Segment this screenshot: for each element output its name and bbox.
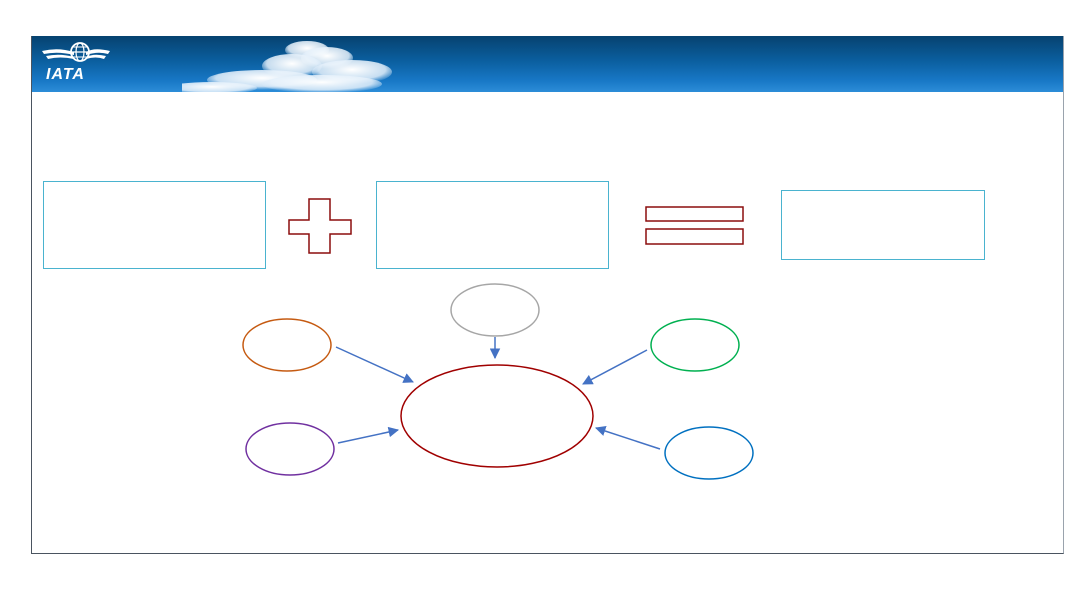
input-box-left: [43, 181, 266, 269]
slide-frame: IATA: [31, 36, 1064, 554]
logo-text: IATA: [46, 66, 85, 83]
input-box-middle: [376, 181, 609, 269]
globe-wings-icon: [42, 42, 110, 62]
iata-logo: IATA: [40, 39, 120, 89]
cloud-icon: [182, 41, 392, 92]
header-banner: IATA: [32, 36, 1063, 92]
result-box: [781, 190, 985, 260]
